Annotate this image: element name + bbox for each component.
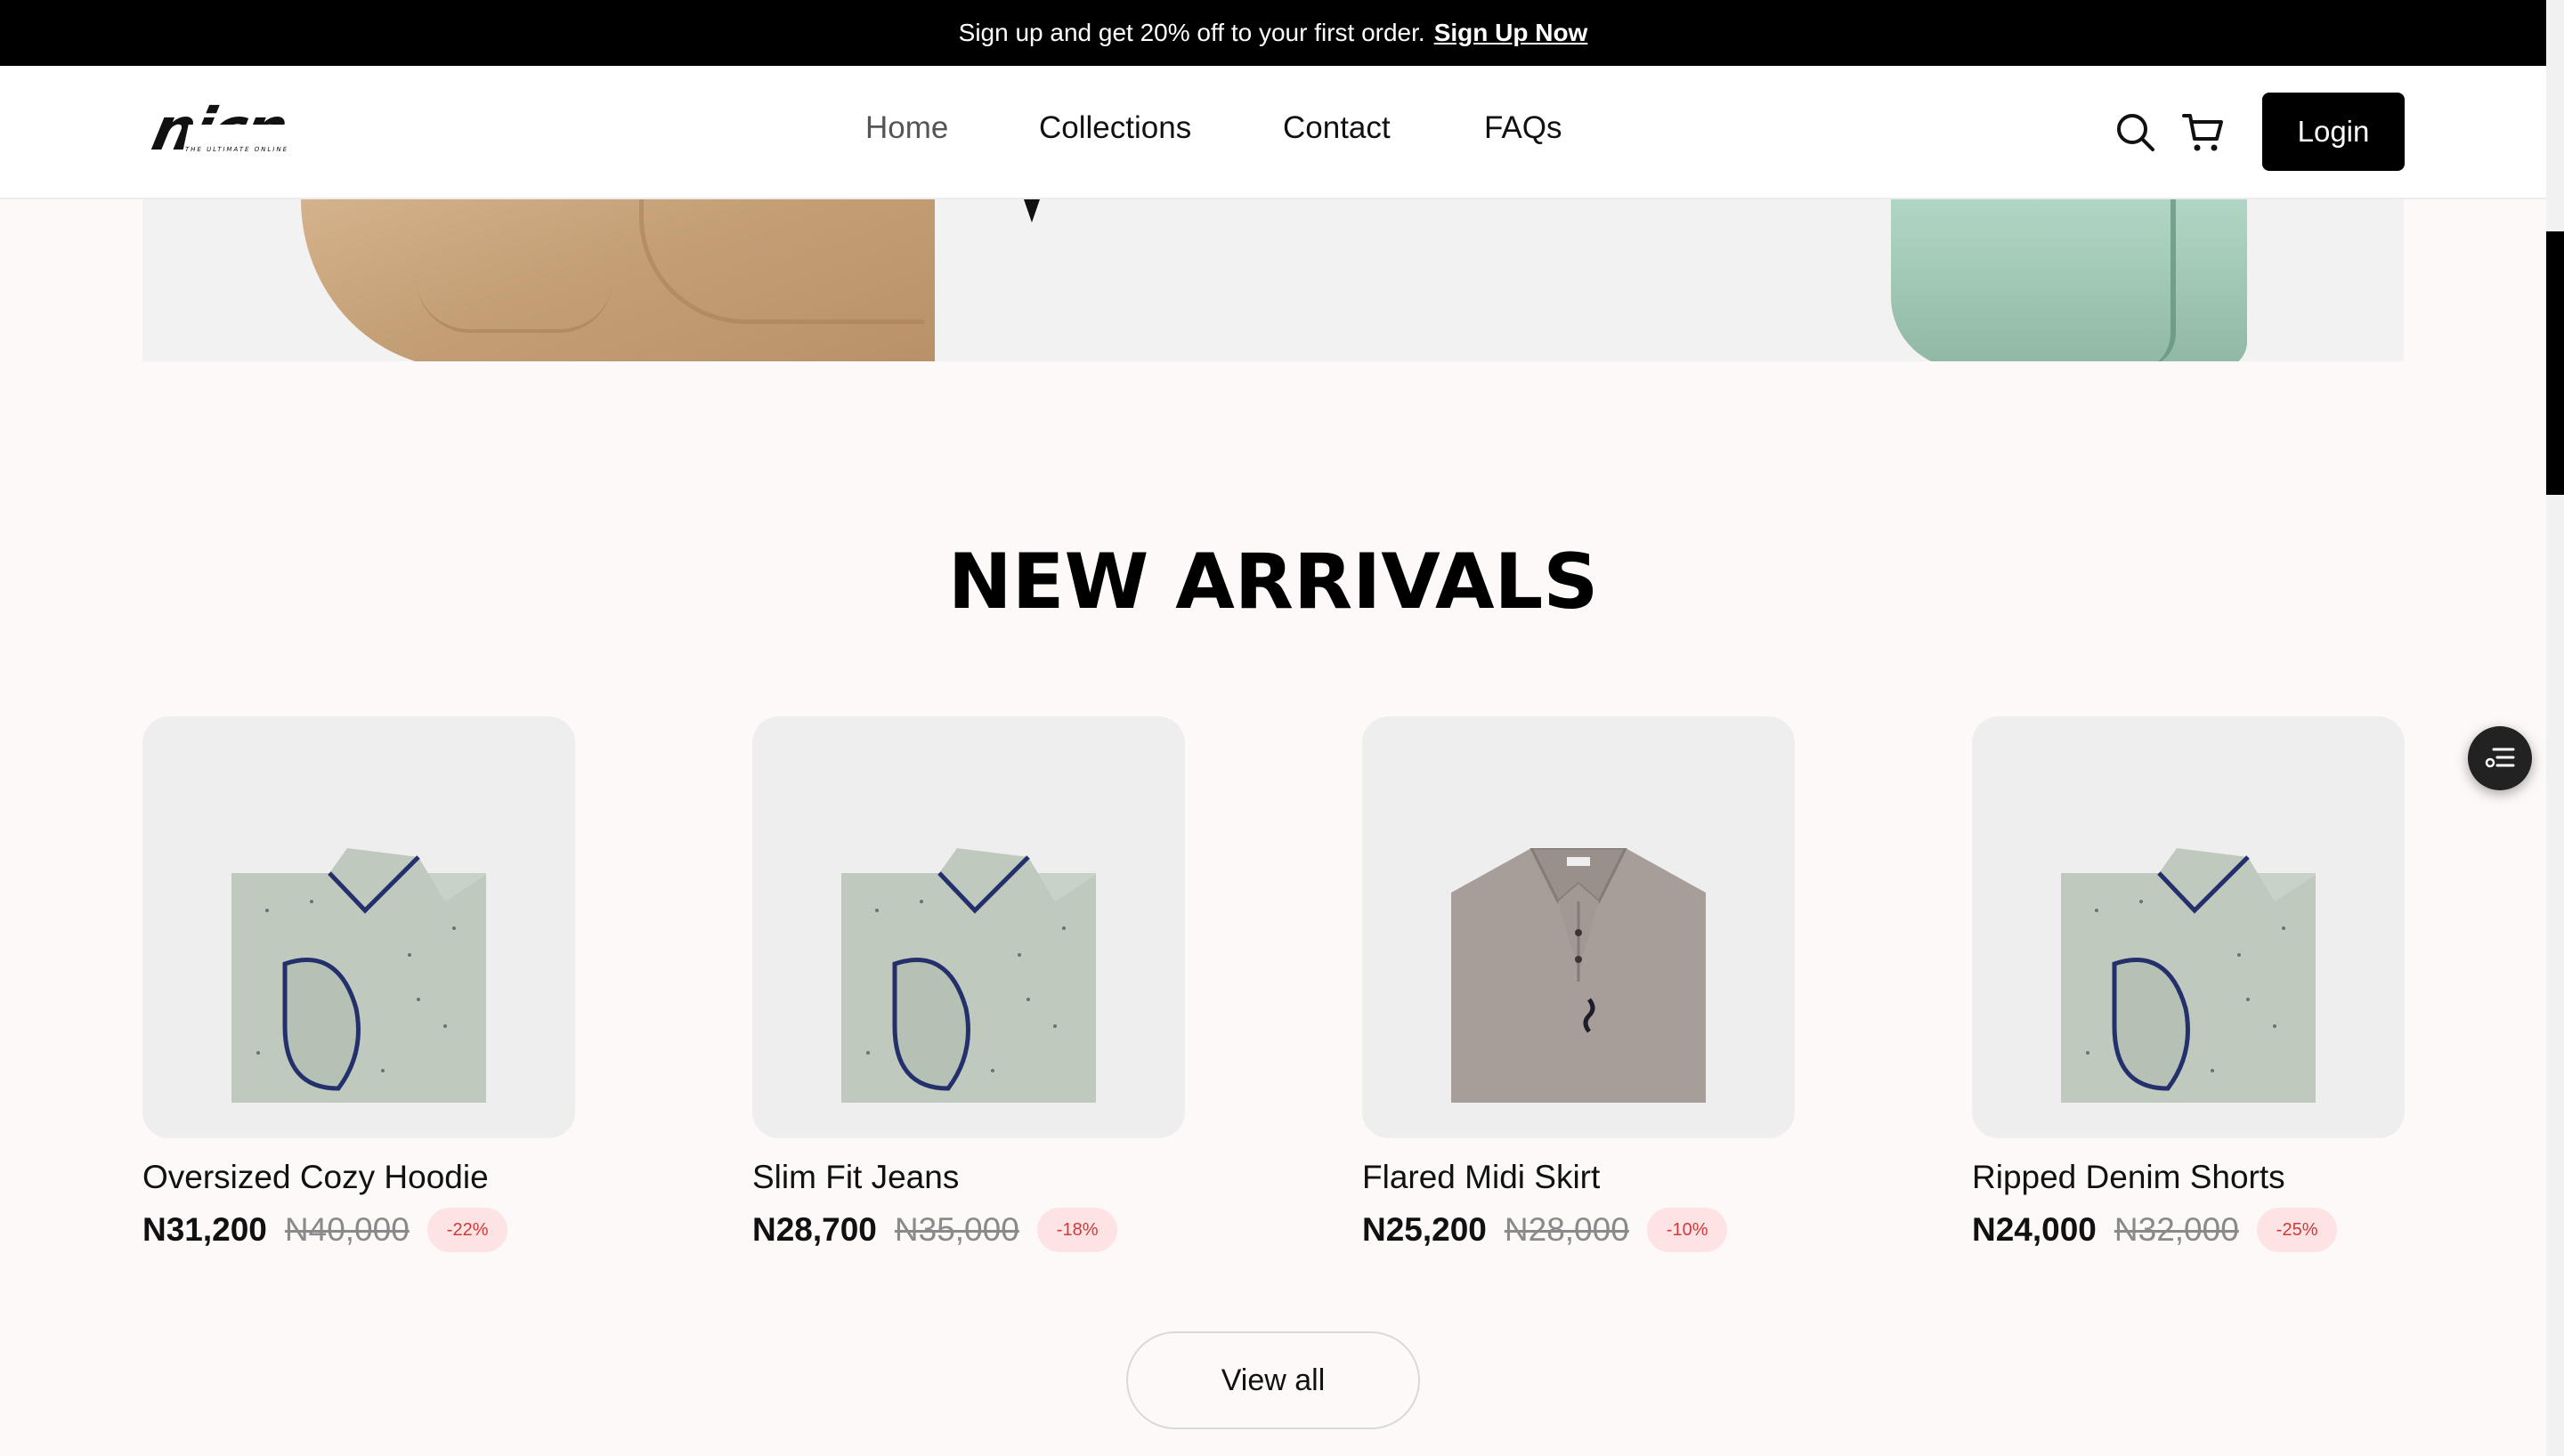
accessibility-widget-button[interactable]	[2468, 726, 2532, 790]
product-card[interactable]: Oversized Cozy Hoodie N31,200 N40,000 -2…	[142, 716, 575, 1252]
product-price: N28,700	[752, 1211, 877, 1248]
main-nav: Home Collections Contact FAQs	[0, 66, 2546, 199]
product-price: N25,200	[1362, 1211, 1487, 1248]
product-prices: N28,700 N35,000 -18%	[752, 1208, 1118, 1252]
product-prices: N25,200 N28,000 -10%	[1362, 1208, 1728, 1252]
announcement-text: Sign up and get 20% off to your first or…	[958, 19, 1425, 46]
product-old-price: N40,000	[284, 1211, 410, 1248]
discount-badge: -22%	[426, 1208, 508, 1252]
list-settings-icon	[2485, 748, 2515, 768]
nav-collections[interactable]: Collections	[1039, 110, 1191, 146]
product-old-price: N35,000	[894, 1211, 1019, 1248]
product-image[interactable]	[1362, 716, 1795, 1138]
discount-badge: -10%	[1646, 1208, 1728, 1252]
view-all-button[interactable]: View all	[1126, 1331, 1420, 1429]
product-price: N31,200	[142, 1211, 267, 1248]
product-old-price: N32,000	[2114, 1211, 2239, 1248]
product-image[interactable]	[142, 716, 575, 1138]
search-icon[interactable]	[2114, 110, 2158, 155]
discount-badge: -18%	[1036, 1208, 1118, 1252]
product-old-price: N28,000	[1504, 1211, 1629, 1248]
cart-icon[interactable]	[2181, 110, 2226, 155]
product-prices: N24,000 N32,000 -25%	[1972, 1208, 2338, 1252]
nav-contact[interactable]: Contact	[1283, 110, 1391, 146]
product-name[interactable]: Flared Midi Skirt	[1362, 1159, 1600, 1196]
product-card[interactable]: Slim Fit Jeans N28,700 N35,000 -18%	[752, 716, 1185, 1252]
product-name[interactable]: Oversized Cozy Hoodie	[142, 1159, 489, 1196]
product-image[interactable]	[1972, 716, 2405, 1138]
product-prices: N31,200 N40,000 -22%	[142, 1208, 508, 1252]
sage-polo-shirt-image	[841, 848, 1096, 1103]
login-button[interactable]: Login	[2262, 93, 2405, 171]
hero-model-beige-hoodie	[301, 199, 935, 361]
section-title: NEW ARRIVALS	[947, 538, 1599, 627]
hero-model-mint-hoodie	[1891, 199, 2247, 361]
hero-pointer-marker	[1024, 199, 1040, 222]
product-card[interactable]: Flared Midi Skirt N25,200 N28,000 -10%	[1362, 716, 1795, 1252]
product-image[interactable]	[752, 716, 1185, 1138]
page-scrollbar[interactable]	[2546, 0, 2564, 1456]
hero-banner	[142, 199, 2404, 361]
nav-faqs[interactable]: FAQs	[1484, 110, 1562, 146]
nav-home[interactable]: Home	[865, 110, 948, 146]
product-name[interactable]: Slim Fit Jeans	[752, 1159, 959, 1196]
product-card[interactable]: Ripped Denim Shorts N24,000 N32,000 -25%	[1972, 716, 2405, 1252]
discount-badge: -25%	[2256, 1208, 2338, 1252]
site-header: nicn THE ULTIMATE ONLINE Home Collection…	[0, 66, 2546, 199]
sage-polo-shirt-image	[231, 848, 486, 1103]
taupe-polo-shirt-image	[1451, 848, 1706, 1103]
scrollbar-thumb[interactable]	[2546, 231, 2564, 495]
product-name[interactable]: Ripped Denim Shorts	[1972, 1159, 2285, 1196]
product-price: N24,000	[1972, 1211, 2097, 1248]
announcement-bar: Sign up and get 20% off to your first or…	[0, 0, 2546, 66]
sign-up-link[interactable]: Sign Up Now	[1434, 19, 1588, 47]
sage-polo-shirt-image	[2061, 848, 2316, 1103]
